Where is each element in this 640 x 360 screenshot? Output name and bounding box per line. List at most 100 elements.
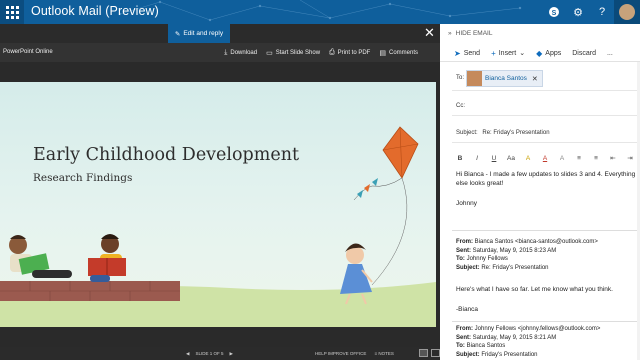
cc-field[interactable]: Cc: (456, 103, 640, 109)
email-compose-pane: » HIDE EMAIL ➤ Send + Insert ⌄ ◆ Apps Di… (440, 24, 640, 360)
apps-label: Apps (545, 49, 562, 57)
subject-label: Subject: (456, 351, 480, 358)
body-line: else looks great! (456, 179, 504, 187)
bold-button[interactable]: B (456, 155, 464, 162)
recipient-name: Bianca Santos (485, 75, 527, 82)
app-title: Outlook Mail (Preview) (31, 4, 159, 18)
top-bar: Outlook Mail (Preview) S ⚙ ? (0, 0, 640, 24)
bullets-button[interactable]: ≡ (575, 155, 583, 162)
gear-icon[interactable]: ⚙ (566, 0, 590, 24)
quoted-signature: -Bianca (456, 306, 479, 313)
slide-title: Early Childhood Development (33, 145, 300, 165)
next-slide-icon[interactable]: ▶ (229, 351, 232, 357)
comment-icon: ▤ (379, 49, 386, 57)
quoted-header: From: Johnny Fellows <johnny.fellows@out… (456, 325, 600, 359)
close-icon[interactable]: ✕ (424, 25, 435, 41)
numbering-button[interactable]: ≡ (592, 155, 600, 162)
from-label: From: (456, 239, 473, 245)
remove-recipient-icon[interactable]: ✕ (532, 75, 538, 83)
edit-and-reply-button[interactable]: ✎ Edit and reply (168, 24, 230, 43)
child-reading-red-book (88, 234, 126, 282)
font-color-button[interactable]: A (541, 155, 549, 162)
subject-value: Re: Friday's Presentation (482, 130, 550, 136)
quote-separator (452, 321, 640, 322)
app-name: PowerPoint Online (3, 49, 53, 55)
divider (452, 90, 640, 91)
insert-button[interactable]: + Insert ⌄ (491, 49, 525, 58)
from-label: From: (456, 326, 473, 332)
to-value: Johnny Fellows (466, 256, 508, 262)
hide-email-label: HIDE EMAIL (455, 30, 493, 37)
highlight-button[interactable]: A (524, 155, 532, 162)
chevron-down-icon: ⌄ (519, 50, 526, 57)
reading-view-icon[interactable] (431, 349, 440, 357)
divider (452, 115, 640, 116)
child-reading-green-book (9, 235, 72, 278)
start-slide-show-label: Start Slide Show (275, 49, 321, 56)
subject-value: Friday's Presentation (481, 351, 538, 358)
to-label: To: (456, 256, 465, 262)
notes-label: NOTES (378, 351, 394, 356)
download-label: Download (230, 49, 258, 56)
pencil-icon: ✎ (174, 30, 181, 38)
more-actions-button[interactable]: ... (607, 50, 613, 57)
subject-label: Subject: (456, 130, 478, 136)
recipient-chip[interactable]: Bianca Santos ✕ (466, 70, 543, 87)
sent-label: Sent: (456, 247, 471, 254)
discard-button[interactable]: Discard (572, 50, 596, 57)
subject-field[interactable]: Subject: Re: Friday's Presentation (456, 130, 640, 136)
svg-text:S: S (552, 10, 557, 17)
double-chevron-right-icon: » (448, 30, 452, 37)
quoted-header: From: Bianca Santos <bianca-santos@outlo… (456, 238, 598, 272)
quoted-body: Here's what I have so far. Let me know w… (456, 286, 613, 293)
powerpoint-toolbar: PowerPoint Online ⤓ Download ▭ Start Sli… (0, 43, 440, 62)
download-button[interactable]: ⤓ Download (224, 49, 257, 57)
start-slide-show-button[interactable]: ▭ Start Slide Show (266, 49, 320, 57)
slide-position: SLIDE 1 OF 5 (195, 351, 224, 356)
sent-value: Saturday, May 9, 2015 8:23 AM (472, 247, 557, 254)
slide[interactable]: Early Childhood Development Research Fin… (0, 82, 436, 327)
compose-toolbar: ➤ Send + Insert ⌄ ◆ Apps Discard ... (440, 45, 640, 62)
quote-separator (452, 230, 640, 231)
cc-label: Cc: (456, 103, 465, 109)
edit-and-reply-label: Edit and reply (183, 30, 224, 37)
insert-label: Insert (498, 49, 517, 57)
to-value: Bianca Santos (466, 343, 506, 349)
underline-button[interactable]: U (490, 155, 498, 162)
increase-indent-button[interactable]: ⇥ (626, 154, 634, 162)
skype-icon[interactable]: S (542, 0, 566, 24)
decrease-indent-button[interactable]: ⇤ (609, 154, 617, 162)
font-size-button[interactable]: Aa (507, 155, 515, 162)
send-button[interactable]: ➤ Send (454, 49, 480, 58)
to-label: To: (456, 343, 465, 349)
normal-view-icon[interactable] (419, 349, 428, 357)
hide-email-button[interactable]: » HIDE EMAIL (448, 30, 492, 37)
print-icon: ⎙ (329, 48, 335, 56)
from-value: Johnny Fellows <johnny.fellows@outlook.c… (474, 326, 601, 332)
comments-button[interactable]: ▤ Comments (379, 49, 418, 57)
from-value: Bianca Santos <bianca-santos@outlook.com… (474, 239, 598, 245)
sent-label: Sent: (456, 334, 471, 341)
discard-label: Discard (572, 49, 596, 57)
body-signature: Johnny (456, 200, 477, 207)
previous-slide-icon[interactable]: ◀ (186, 351, 189, 357)
avatar[interactable] (614, 0, 640, 24)
help-icon[interactable]: ? (590, 0, 614, 24)
subject-value: Re: Friday's Presentation (481, 264, 549, 271)
apps-icon: ◆ (536, 48, 543, 58)
clear-format-button[interactable]: A (558, 155, 566, 162)
plus-icon: + (491, 48, 496, 58)
slide-subtitle: Research Findings (33, 172, 133, 184)
sent-value: Saturday, May 9, 2015 8:21 AM (472, 334, 557, 341)
slide-illustration (0, 126, 436, 327)
message-body[interactable]: Hi Bianca - I made a few updates to slid… (456, 171, 635, 188)
print-pdf-button[interactable]: ⎙ Print to PDF (329, 49, 370, 57)
notes-button[interactable]: ≡ NOTES (374, 351, 393, 356)
send-label: Send (463, 49, 481, 57)
italic-button[interactable]: I (473, 155, 481, 162)
help-improve-office-link[interactable]: HELP IMPROVE OFFICE (315, 351, 366, 356)
formatting-toolbar: B I U Aa A A A ≡ ≡ ⇤ ⇥ (456, 154, 634, 163)
apps-button[interactable]: ◆ Apps (536, 49, 561, 58)
waffle-icon[interactable] (0, 0, 24, 24)
download-icon: ⤓ (224, 48, 228, 56)
